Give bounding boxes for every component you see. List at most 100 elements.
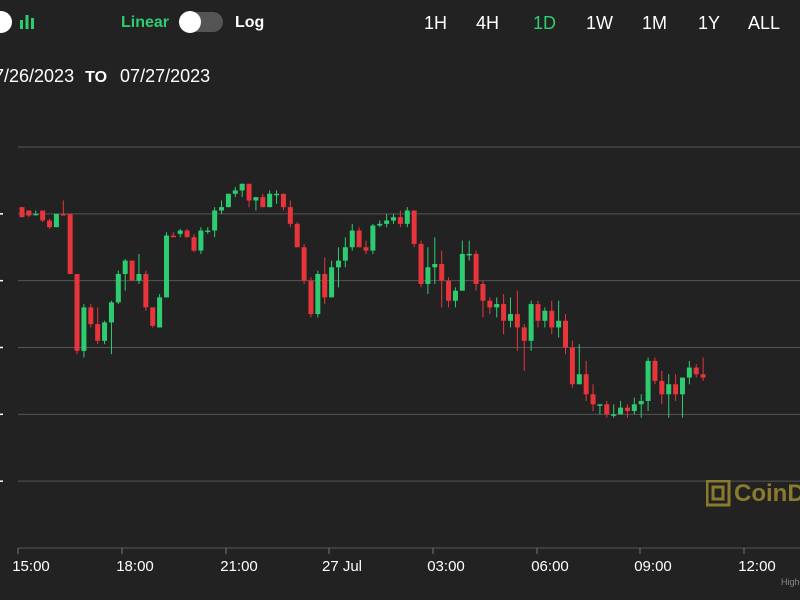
candle-body bbox=[322, 273, 328, 298]
candle-body bbox=[329, 267, 335, 298]
coindesk-logo-icon bbox=[706, 480, 731, 507]
candle-body bbox=[425, 267, 431, 285]
candle-body bbox=[679, 377, 685, 395]
candle-body bbox=[432, 263, 438, 268]
candle-body bbox=[115, 273, 121, 303]
candle-body bbox=[198, 230, 204, 251]
candle-body bbox=[191, 237, 197, 251]
candle-body bbox=[569, 347, 575, 385]
candle-body bbox=[219, 207, 225, 211]
candle-body bbox=[693, 367, 699, 375]
candle-body bbox=[618, 407, 624, 415]
candle-body bbox=[342, 247, 348, 261]
price-chart[interactable]: 15:00 18:00 21:00 27 Jul 03:00 06:00 09:00 12:0… bbox=[0, 0, 800, 600]
candle-body bbox=[446, 280, 452, 301]
candle-body bbox=[239, 183, 245, 191]
candle-body bbox=[67, 213, 73, 274]
candle-body bbox=[40, 210, 46, 221]
candle-body bbox=[507, 314, 513, 321]
candle-body bbox=[604, 404, 610, 415]
candle-body bbox=[53, 213, 59, 228]
candle-body bbox=[335, 260, 341, 268]
candle-body bbox=[232, 190, 238, 194]
candle-body bbox=[267, 193, 273, 208]
candle-body bbox=[659, 380, 665, 395]
watermark-text: CoinDesk bbox=[734, 480, 800, 507]
candle-body bbox=[549, 310, 555, 328]
candle-body bbox=[150, 307, 156, 326]
candle-body bbox=[74, 273, 80, 351]
candle-body bbox=[260, 197, 266, 208]
candle-body bbox=[95, 324, 101, 341]
candle-body bbox=[33, 213, 39, 216]
candle-body bbox=[177, 230, 183, 234]
candle-body bbox=[47, 220, 53, 228]
x-axis-tick-label: 18:00 bbox=[116, 558, 154, 575]
candle-body bbox=[583, 374, 589, 395]
candle-body bbox=[301, 247, 307, 281]
candle-body bbox=[597, 404, 603, 406]
candle-body bbox=[638, 400, 644, 405]
candle-body bbox=[26, 210, 32, 216]
candle-body bbox=[439, 263, 445, 281]
candle-body bbox=[652, 360, 658, 381]
candle-body bbox=[280, 193, 286, 208]
candle-body bbox=[88, 307, 94, 325]
candle-body bbox=[452, 290, 458, 301]
candle-body bbox=[673, 384, 679, 395]
candle-body bbox=[473, 253, 479, 285]
candle-body bbox=[645, 360, 651, 401]
candle-body bbox=[19, 207, 25, 218]
candle-body bbox=[170, 235, 176, 238]
x-axis-tick-label: 03:00 bbox=[427, 558, 465, 575]
candle-body bbox=[287, 207, 293, 224]
candle-body bbox=[377, 223, 383, 226]
candle-body bbox=[315, 273, 321, 315]
candle-body bbox=[349, 230, 355, 248]
candle-body bbox=[356, 230, 362, 248]
candle-body bbox=[411, 210, 417, 244]
x-axis-tick-label: 21:00 bbox=[220, 558, 258, 575]
candle-body bbox=[459, 253, 465, 291]
candle-body bbox=[308, 280, 314, 315]
highcharts-credit[interactable]: Highcharts bbox=[781, 577, 800, 587]
candle-body bbox=[576, 374, 582, 385]
candle-body bbox=[501, 304, 507, 321]
candle-body bbox=[397, 217, 403, 224]
candle-body bbox=[384, 220, 390, 224]
candle-body bbox=[624, 407, 630, 411]
candle-body bbox=[363, 247, 369, 251]
candle-body bbox=[514, 314, 520, 328]
candle-body bbox=[225, 193, 231, 208]
candle-body bbox=[494, 304, 500, 308]
candle-body bbox=[563, 320, 569, 348]
candle-body bbox=[129, 260, 135, 281]
candle-body bbox=[212, 210, 218, 231]
candle-body bbox=[480, 284, 486, 301]
candle-body bbox=[163, 235, 169, 298]
candle-body bbox=[487, 300, 493, 308]
candle-body bbox=[535, 304, 541, 321]
x-axis-tick-label: 15:00 bbox=[12, 558, 50, 575]
candle-body bbox=[528, 304, 534, 341]
candle-body bbox=[556, 320, 562, 328]
x-axis-tick-label: 09:00 bbox=[634, 558, 672, 575]
candle-body bbox=[418, 243, 424, 285]
candle-body bbox=[666, 384, 672, 395]
candle-body bbox=[81, 307, 87, 351]
candle-body bbox=[102, 322, 108, 341]
candle-body bbox=[700, 374, 706, 378]
candle-body bbox=[611, 414, 617, 416]
candle-body bbox=[391, 217, 397, 221]
candle-body bbox=[404, 210, 410, 224]
candle-body bbox=[686, 367, 692, 378]
coindesk-watermark: CoinDesk bbox=[706, 478, 800, 510]
candle-body bbox=[143, 273, 149, 308]
candle-body bbox=[466, 253, 472, 256]
candle-body bbox=[274, 193, 280, 196]
candle-body bbox=[294, 223, 300, 248]
candle-body bbox=[253, 197, 259, 201]
x-axis-tick-label: 12:00 bbox=[738, 558, 776, 575]
candle-body bbox=[60, 213, 66, 216]
candle-body bbox=[631, 404, 637, 411]
